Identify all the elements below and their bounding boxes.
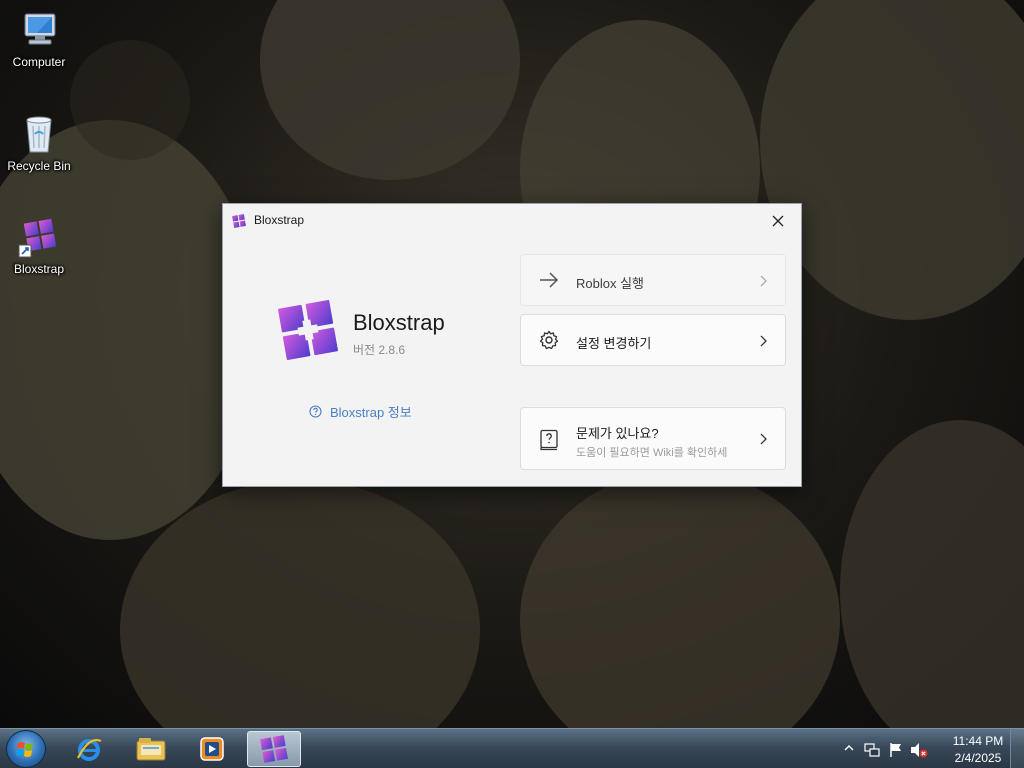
network-icon[interactable] <box>864 742 880 758</box>
taskbar-internet-explorer[interactable] <box>62 731 116 767</box>
file-explorer-icon <box>136 738 166 761</box>
chevron-right-icon <box>760 335 767 347</box>
gear-icon <box>538 329 560 351</box>
taskbar-bloxstrap[interactable] <box>247 731 301 767</box>
window-title: Bloxstrap <box>254 213 305 227</box>
close-button[interactable] <box>763 208 793 234</box>
taskbar: 11:44 PM 2/4/2025 <box>0 728 1024 768</box>
clock-date[interactable]: 2/4/2025 <box>950 751 1006 765</box>
desktop-icon-recycle-bin[interactable]: Recycle Bin <box>2 112 76 173</box>
chevron-right-icon <box>760 433 767 445</box>
recycle-bin-icon <box>17 112 61 156</box>
windows-logo-icon <box>16 742 33 757</box>
title-bar[interactable]: Bloxstrap <box>223 204 801 236</box>
about-bloxstrap-link[interactable]: Bloxstrap 정보 <box>309 402 412 421</box>
arrow-right-icon <box>538 269 560 291</box>
change-settings-label: 설정 변경하기 <box>576 336 652 351</box>
app-version: 버전 2.8.6 <box>353 343 406 357</box>
help-subtitle: 도움이 필요하면 Wiki를 확인하세 <box>576 447 728 459</box>
clock-time[interactable]: 11:44 PM <box>950 734 1006 748</box>
close-icon <box>772 215 784 227</box>
start-button[interactable] <box>6 730 46 768</box>
change-settings-button[interactable]: 설정 변경하기 <box>520 314 786 366</box>
bloxstrap-title-icon <box>232 214 246 228</box>
launch-roblox-label: Roblox 실행 <box>576 276 644 291</box>
launch-roblox-button[interactable]: Roblox 실행 <box>520 254 786 306</box>
help-title: 문제가 있나요? <box>576 426 659 441</box>
taskbar-file-explorer[interactable] <box>124 731 178 767</box>
bloxstrap-window: Bloxstrap Bloxstrap 버전 2.8.6 Bloxstrap 정… <box>222 203 802 487</box>
system-tray: 11:44 PM 2/4/2025 <box>834 729 1024 768</box>
help-wiki-button[interactable]: 문제가 있나요? 도움이 필요하면 Wiki를 확인하세 <box>520 407 786 470</box>
bloxstrap-logo <box>278 300 338 360</box>
desktop-icon-bloxstrap[interactable]: Bloxstrap <box>2 215 76 276</box>
show-hidden-icons-chevron[interactable] <box>844 744 854 752</box>
volume-muted-icon[interactable] <box>910 742 928 758</box>
show-desktop-button[interactable] <box>1010 729 1024 768</box>
internet-explorer-icon <box>77 739 102 761</box>
bloxstrap-shortcut-icon <box>17 215 61 259</box>
desktop-icon-label: Recycle Bin <box>7 159 71 173</box>
media-player-icon <box>200 737 224 761</box>
desktop-icon-label: Bloxstrap <box>13 262 65 276</box>
bloxstrap-taskbar-icon <box>260 735 288 763</box>
help-book-icon <box>538 429 560 451</box>
about-link-label: Bloxstrap 정보 <box>330 405 412 420</box>
chevron-right-icon <box>760 275 767 287</box>
desktop-icon-label: Computer <box>12 55 66 69</box>
desktop-icon-computer[interactable]: Computer <box>2 8 76 69</box>
help-circle-icon <box>309 405 322 418</box>
app-name: Bloxstrap <box>353 310 445 335</box>
taskbar-media-player[interactable] <box>185 731 239 767</box>
action-center-flag-icon[interactable] <box>888 742 904 758</box>
computer-icon <box>17 8 61 52</box>
